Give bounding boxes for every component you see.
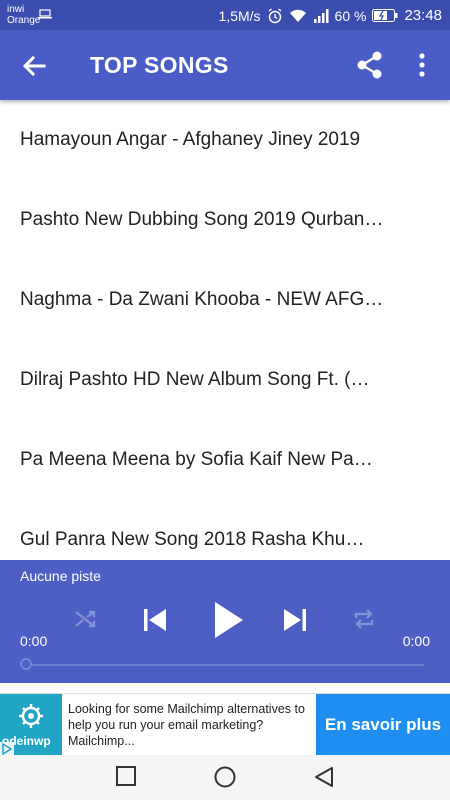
total-time: 0:00: [402, 633, 430, 649]
song-item[interactable]: Dilraj Pashto HD New Album Song Ft. (…: [0, 340, 450, 420]
screen: inwi Orange 1,5M/s 60 % 23:48 TOP SONGS …: [0, 0, 450, 800]
square-icon: [116, 766, 136, 786]
share-icon: [357, 51, 382, 79]
ad-logo: odeinwp: [0, 694, 62, 756]
music-player: Aucune piste 0:00 0:00: [0, 560, 450, 683]
battery-icon: [372, 9, 398, 22]
current-track: Aucune piste: [20, 568, 101, 584]
skip-next-icon: [284, 609, 306, 631]
song-item[interactable]: Pa Meena Meena by Sofia Kaif New Pa…: [0, 420, 450, 500]
triangle-back-icon: [315, 767, 333, 787]
song-list: Hamayoun Angar - Afghaney Jiney 2019 Pas…: [0, 100, 450, 560]
song-item[interactable]: Pashto New Dubbing Song 2019 Qurban…: [0, 180, 450, 260]
home-button[interactable]: [213, 765, 237, 794]
carrier-1: inwi: [7, 4, 25, 15]
more-vert-icon: [419, 53, 425, 77]
carrier-2: Orange: [7, 15, 41, 26]
share-button[interactable]: [355, 50, 385, 80]
laptop-icon: [38, 6, 52, 24]
app-bar: TOP SONGS: [0, 30, 450, 100]
ad-text: Looking for some Mailchimp alternatives …: [68, 702, 305, 748]
battery-percent: 60 %: [334, 7, 367, 24]
ad-choices-icon[interactable]: [0, 742, 14, 756]
elapsed-time: 0:00: [20, 633, 48, 649]
previous-button[interactable]: [140, 605, 170, 640]
repeat-icon: [354, 609, 374, 629]
play-button[interactable]: [211, 600, 245, 645]
ad-cta-button[interactable]: En savoir plus: [316, 694, 450, 756]
shuffle-button[interactable]: [72, 606, 98, 637]
seek-thumb[interactable]: [20, 658, 32, 670]
ad-banner[interactable]: odeinwp Looking for some Mailchimp alter…: [0, 693, 450, 756]
more-options-button[interactable]: [410, 50, 434, 80]
gear-logo-icon: [19, 704, 43, 728]
status-indicators: 1,5M/s 60 % 23:48: [219, 7, 442, 24]
wifi-icon: [289, 9, 307, 23]
system-nav-bar: [0, 755, 450, 800]
recents-button[interactable]: [115, 765, 137, 792]
signal-icon: [313, 8, 329, 23]
seek-bar[interactable]: [26, 664, 424, 666]
status-bar: inwi Orange 1,5M/s 60 % 23:48: [0, 0, 450, 30]
back-button[interactable]: [18, 50, 50, 82]
repeat-button[interactable]: [351, 606, 377, 637]
play-icon: [215, 602, 243, 638]
circle-icon: [214, 766, 236, 788]
song-item[interactable]: Gul Panra New Song 2018 Rasha Khu…: [0, 500, 450, 560]
carrier-info: inwi Orange: [7, 4, 40, 26]
alarm-icon: [267, 7, 283, 24]
skip-previous-icon: [144, 609, 166, 631]
song-item[interactable]: Hamayoun Angar - Afghaney Jiney 2019: [0, 100, 450, 180]
shuffle-icon: [75, 610, 96, 628]
back-nav-button[interactable]: [313, 765, 335, 794]
next-button[interactable]: [280, 605, 310, 640]
page-title: TOP SONGS: [90, 52, 229, 78]
arrow-back-icon: [22, 55, 46, 77]
clock-time: 23:48: [404, 7, 442, 24]
song-item[interactable]: Naghma - Da Zwani Khooba - NEW AFG…: [0, 260, 450, 340]
network-speed: 1,5M/s: [218, 7, 261, 24]
